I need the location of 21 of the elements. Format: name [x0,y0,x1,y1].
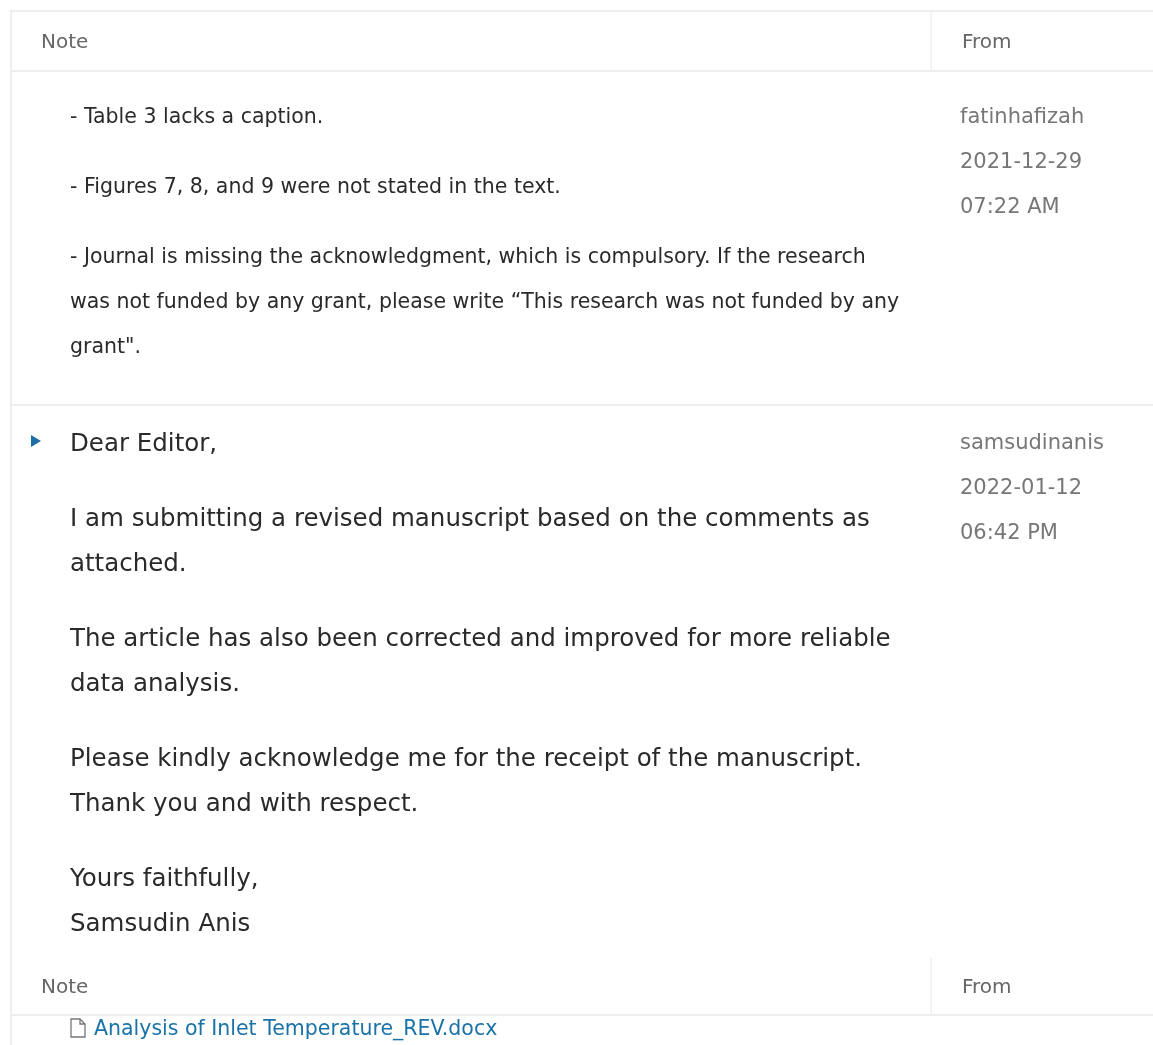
column-header: Note [41,29,89,53]
note-time: 07:22 AM [960,193,1061,220]
note-paragraph: - Figures 7, 8, and 9 were not stated in the text. [70,173,562,200]
note-paragraph: Please kindly acknowledge me for the receipt of the manuscript. Thank you and with respect. [70,742,864,819]
note-paragraph: I am submitting a revised manuscript based on the comments as attached. [70,502,871,579]
note-paragraph: - Journal is missing the acknowledgment, which is compulsory. If the research was not funded by any grant, please write “This research was not funded by any grant". [70,243,900,360]
column-header: From [962,29,1012,53]
note-date: 2022-01-12 [960,474,1084,501]
note-paragraph: - Table 3 lacks a caption. [70,103,325,130]
column-header: From [962,974,1012,998]
note-paragraph: Dear Editor, [70,427,219,459]
note-paragraph: Yours faithfully, Samsudin Anis [70,862,260,939]
file-icon [70,1018,86,1038]
author-name: fatinhafizah [960,103,1086,130]
note-time: 06:42 PM [960,519,1059,546]
expand-caret-icon[interactable] [30,434,42,448]
column-header: Note [41,974,89,998]
note-paragraph: The article has also been corrected and improved for more reliable data analysis. [70,622,892,699]
attachment-link[interactable]: Analysis of Inlet Temperature_REV.docx [94,1016,498,1040]
note-date: 2021-12-29 [960,148,1084,175]
author-name: samsudinanis [960,429,1105,456]
